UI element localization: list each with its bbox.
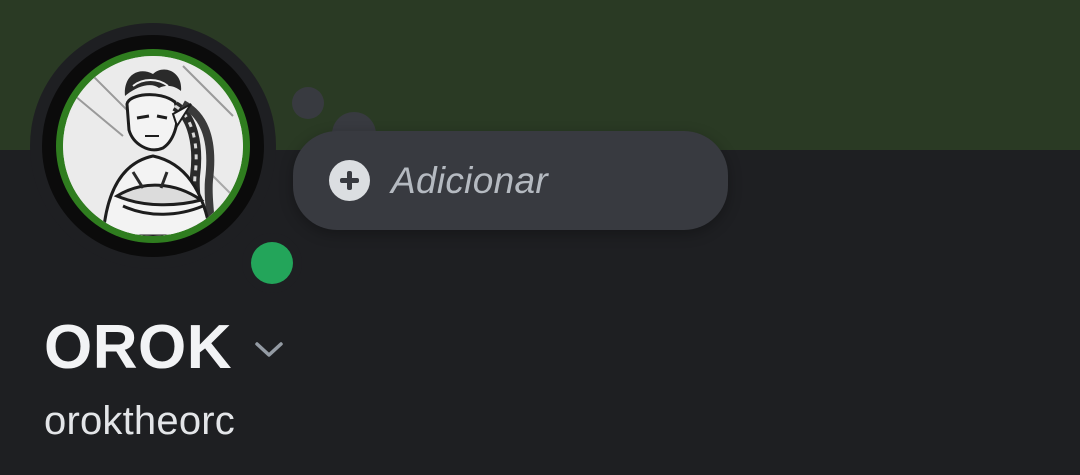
online-status-indicator [242, 233, 302, 293]
add-status-label: Adicionar [391, 159, 548, 201]
username: oroktheorc [44, 399, 235, 443]
display-name: OROK [44, 313, 232, 382]
online-dot-icon [251, 242, 293, 284]
avatar-image [63, 56, 243, 236]
thought-bubble-small [292, 87, 324, 119]
plus-circle-icon [329, 160, 370, 201]
add-custom-status-button[interactable]: Adicionar [293, 131, 728, 230]
display-name-row[interactable]: OROK [44, 312, 284, 384]
avatar[interactable] [30, 23, 302, 293]
chevron-down-icon[interactable] [254, 341, 284, 359]
